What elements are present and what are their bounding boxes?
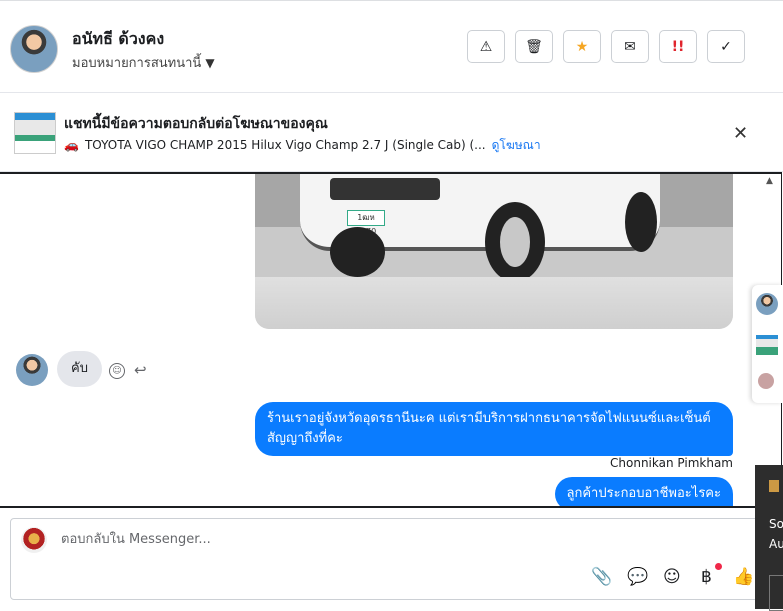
contact-avatar[interactable] — [10, 25, 58, 73]
floor-reflection — [255, 277, 733, 329]
chat-heads-strip — [752, 285, 783, 403]
page-avatar — [21, 527, 47, 553]
react-emoji-icon[interactable]: ☺ — [109, 363, 125, 379]
notification-panel: So Au — [755, 465, 783, 611]
message-image[interactable]: 1ฒห 9570 — [255, 174, 733, 329]
mark-done-button[interactable]: ✓ — [707, 30, 745, 63]
truck-wheel-shape — [330, 227, 385, 277]
ad-name: TOYOTA VIGO CHAMP 2015 Hilux Vigo Champ … — [84, 138, 486, 152]
chat-head-avatar[interactable] — [756, 293, 778, 315]
message-composer: 📎 💬 ☺ ฿ 👍 — [10, 518, 781, 600]
notification-dot — [715, 563, 722, 570]
conversation-header: อนัทธี ด้วงคง มอบหมายการสนทนานี้ ▼ ⚠ 🗑 ★ … — [0, 5, 783, 93]
reply-input[interactable] — [59, 531, 583, 548]
truck-rim-shape — [500, 217, 530, 267]
view-ad-link[interactable]: ดูโฆษณา — [492, 138, 541, 152]
notification-text: So — [769, 517, 783, 531]
received-message-bubble: คับ — [57, 351, 102, 387]
ad-thumbnail[interactable] — [14, 112, 56, 154]
ad-banner-title: แชทนี้มีข้อความตอบกลับต่อโฆษณาของคุณ — [64, 116, 328, 132]
chat-head-thumbnail[interactable] — [756, 335, 778, 355]
star-button[interactable]: ★ — [563, 30, 601, 63]
baht-icon[interactable]: ฿ — [701, 567, 712, 587]
truck-wheel-shape — [625, 192, 657, 252]
assign-label: มอบหมายการสนทนานี้ — [72, 56, 202, 71]
app-icon — [769, 480, 779, 492]
assign-conversation-dropdown[interactable]: มอบหมายการสนทนานี้ ▼ — [72, 52, 215, 73]
license-plate: 1ฒห 9570 — [347, 210, 385, 236]
envelope-icon: ✉ — [624, 38, 636, 55]
sender-name: Chonnikan Pimkham — [610, 456, 733, 470]
truck-grille-shape — [330, 178, 440, 200]
trash-icon: 🗑 — [525, 38, 543, 55]
checkmark-icon: ✓ — [720, 38, 732, 55]
report-spam-button[interactable]: ⚠ — [467, 30, 505, 63]
reply-arrow-icon[interactable]: ↩ — [134, 361, 147, 379]
scroll-up-arrow-icon[interactable]: ▲ — [766, 176, 773, 186]
chat-bubble-icon[interactable]: 💬 — [627, 567, 648, 587]
delete-button[interactable]: 🗑 — [515, 30, 553, 63]
ad-banner-subtitle: 🚗 TOYOTA VIGO CHAMP 2015 Hilux Vigo Champ… — [64, 136, 541, 155]
caret-down-icon: ▼ — [205, 56, 215, 70]
car-icon: 🚗 — [64, 138, 79, 152]
warning-icon: ⚠ — [479, 38, 493, 55]
follow-up-button[interactable]: !! — [659, 30, 697, 63]
star-icon: ★ — [575, 38, 589, 55]
contact-name[interactable]: อนัทธี ด้วงคง — [72, 27, 164, 52]
exclamation-icon: !! — [671, 38, 685, 55]
sent-message-bubble: ร้านเราอยู่จังหวัดอุดรธานีนะค แต่เรามีบร… — [255, 402, 733, 456]
message-thread[interactable]: 1ฒห 9570 ▲ คับ ☺ ↩ ร้านเราอยู่จังหวัดอุด… — [0, 172, 782, 508]
sender-avatar[interactable] — [16, 354, 48, 386]
notification-button[interactable] — [769, 575, 783, 611]
paperclip-icon[interactable]: 📎 — [591, 567, 612, 587]
emoji-icon[interactable]: ☺ — [663, 567, 681, 587]
thumbs-up-icon[interactable]: 👍 — [733, 567, 754, 587]
close-icon[interactable]: ✕ — [733, 123, 748, 144]
notification-text: Au — [769, 537, 783, 551]
sent-message-bubble: ลูกค้าประกอบอาชีพอะไรคะ — [554, 477, 733, 506]
mark-unread-button[interactable]: ✉ — [611, 30, 649, 63]
chat-head-avatar[interactable] — [758, 373, 774, 389]
ad-reply-banner: แชทนี้มีข้อความตอบกลับต่อโฆษณาของคุณ 🚗 TO… — [0, 93, 783, 172]
